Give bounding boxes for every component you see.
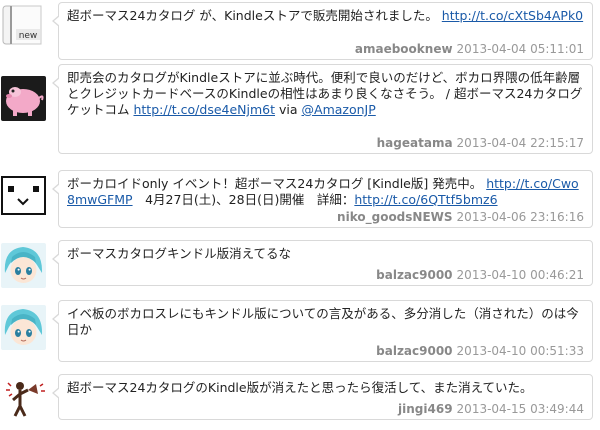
tweet-meta: balzac9000 2013-04-10 00:46:21 [376,268,584,282]
tweet-item: 即売会のカタログがKindleストアに並ぶ時代。便利で良いのだけど、ボカロ界隈の… [0,64,600,158]
username[interactable]: hageatama [377,136,453,150]
mention-link[interactable]: @AmazonJP [302,102,376,117]
username[interactable]: balzac9000 [376,344,452,358]
tweet-meta: balzac9000 2013-04-10 00:51:33 [376,344,584,358]
tweet-item: ボーマスカタログキンドル版消えてるな balzac9000 2013-04-10 … [0,236,600,292]
username[interactable]: niko_goodsNEWS [337,210,453,224]
tweet-meta: amaebooknew 2013-04-04 05:11:01 [355,42,584,56]
timestamp: 2013-04-06 23:16:16 [456,210,584,224]
tweet-item: new 超ボーマス24カタログ が、Kindleストアで販売開始されました。 h… [0,0,600,62]
tweet-text: 即売会のカタログがKindleストアに並ぶ時代。便利で良いのだけど、ボカロ界隈の… [67,70,583,117]
tweet-bubble: 超ボーマス24カタログ が、Kindleストアで販売開始されました。 http:… [52,2,593,60]
tweet-item: ボーカロイドonly イベント！超ボーマス24カタログ [Kindle版] 発売… [0,166,600,230]
tweet-text: イベ板のボカロスレにもキンドル版についての言及がある、多分消した（消された）のは… [67,306,579,337]
megaphone-figure-avatar[interactable] [1,376,46,421]
username[interactable]: jingi469 [398,402,453,416]
tweet-link[interactable]: http://t.co/dse4eNjm6t [133,102,275,117]
tweet-link[interactable]: http://t.co/6QTtf5bmz6 [354,192,497,207]
tweet-meta: niko_goodsNEWS 2013-04-06 23:16:16 [337,210,584,224]
tweet-meta: jingi469 2013-04-15 03:49:44 [398,402,584,416]
tweet-bubble: 超ボーマス24カタログのKindle版が消えたと思ったら復活して、また消えていた… [52,374,593,420]
new-book-icon[interactable]: new [1,3,46,48]
tweet-text: 超ボーマス24カタログのKindle版が消えたと思ったら復活して、また消えていた… [67,380,533,395]
avatar-label: new [19,31,38,41]
pink-pig-character-avatar[interactable] [1,76,46,121]
blue-hair-character-avatar[interactable] [1,243,46,288]
box-face-avatar[interactable] [1,173,46,218]
tweet-bubble: ボーマスカタログキンドル版消えてるな balzac9000 2013-04-10 … [52,240,593,286]
tweet-link[interactable]: http://t.co/cXtSb4APk0 [442,8,583,23]
tweet-text: ボーマスカタログキンドル版消えてるな [67,246,292,261]
tweet-feed: new 超ボーマス24カタログ が、Kindleストアで販売開始されました。 h… [0,0,600,430]
username[interactable]: balzac9000 [376,268,452,282]
tweet-bubble: ボーカロイドonly イベント！超ボーマス24カタログ [Kindle版] 発売… [52,170,593,228]
tweet-bubble: 即売会のカタログがKindleストアに並ぶ時代。便利で良いのだけど、ボカロ界隈の… [52,64,593,154]
timestamp: 2013-04-10 00:46:21 [456,268,584,282]
timestamp: 2013-04-15 03:49:44 [456,402,584,416]
tweet-text: 超ボーマス24カタログ が、Kindleストアで販売開始されました。 http:… [67,8,584,23]
tweet-bubble: イベ板のボカロスレにもキンドル版についての言及がある、多分消した（消された）のは… [52,300,593,362]
timestamp: 2013-04-04 05:11:01 [456,42,584,56]
blue-hair-character-avatar[interactable] [1,305,46,350]
tweet-text: ボーカロイドonly イベント！超ボーマス24カタログ [Kindle版] 発売… [67,176,579,207]
timestamp: 2013-04-04 22:15:17 [456,136,584,150]
tweet-item: 超ボーマス24カタログのKindle版が消えたと思ったら復活して、また消えていた… [0,372,600,428]
timestamp: 2013-04-10 00:51:33 [456,344,584,358]
tweet-meta: hageatama 2013-04-04 22:15:17 [377,136,584,150]
tweet-item: イベ板のボカロスレにもキンドル版についての言及がある、多分消した（消された）のは… [0,298,600,364]
username[interactable]: amaebooknew [355,42,453,56]
